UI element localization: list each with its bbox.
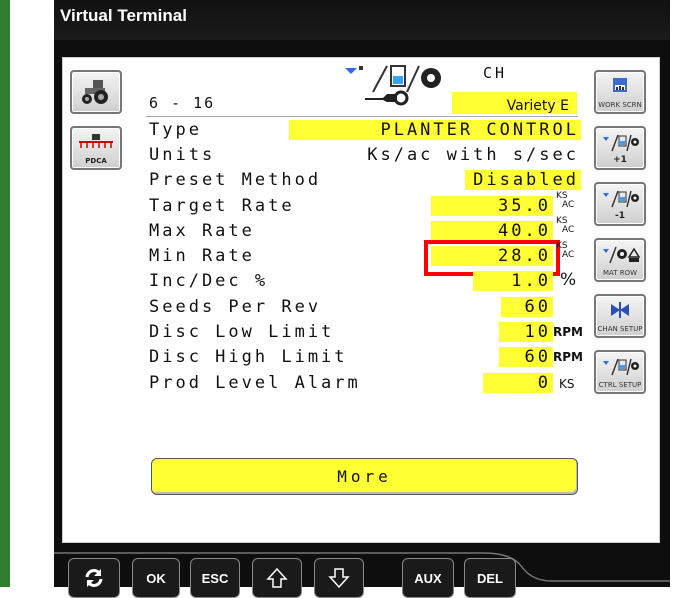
row-label-target-rate: Target Rate [149,196,295,216]
type-value[interactable]: PLANTER CONTROL [289,120,581,140]
ok-button[interactable]: OK [132,558,180,598]
max-rate-unit: KS AC [556,216,575,235]
increment-softkey[interactable]: +1 [594,126,646,170]
decrement-label: -1 [615,211,625,221]
disc-low-limit-unit: RPM [553,325,583,339]
variety-value: Variety E [506,98,569,114]
bottom-button-bar: OK ESC AUX DEL [54,547,670,598]
header-separator [146,116,578,117]
tractor-icon [82,80,108,104]
work-screen-label: WORK SCRN [598,101,642,109]
prod-level-alarm-unit: KS [559,377,575,391]
down-arrow-icon [328,568,350,589]
planter-control-header-icon [345,65,441,106]
work-screen-softkey[interactable]: WORK SCRN [594,70,646,114]
row-label-units: Units [149,145,216,165]
more-label: More [337,467,392,486]
planter-control-screen: PDCA CH 6 - 16 Variety E Type PLANTER CO… [62,57,660,543]
more-button[interactable]: More [151,458,578,495]
refresh-icon [85,569,103,587]
material-row-label: MAT ROW [602,269,638,277]
channel-setup-softkey[interactable]: CHAN SETUP [594,294,646,338]
min-rate-unit: KS AC [556,241,575,260]
material-row-icon [603,246,640,264]
up-arrow-icon [266,567,288,588]
tractor-softkey[interactable] [70,70,122,114]
control-setup-label: CTRL SETUP [598,381,642,389]
material-row-softkey[interactable]: MAT ROW [594,238,646,282]
virtual-terminal-window: Virtual Terminal PDCA CH 6 - 16 Variety … [54,0,670,598]
target-rate-unit: KS AC [556,191,575,210]
disc-high-limit-value[interactable]: 60 [499,347,553,367]
work-screen-icon [613,78,627,92]
disc-high-limit-unit: RPM [553,350,583,364]
refresh-button[interactable] [68,558,120,598]
channel-setup-label: CHAN SETUP [597,325,643,333]
decrement-icon [603,190,639,208]
title-bar: Virtual Terminal [54,0,670,40]
seeds-per-rev-value[interactable]: 60 [501,297,553,317]
planter-icon [79,134,113,148]
pdca-softkey[interactable]: PDCA [70,126,122,170]
row-label-preset-method: Preset Method [149,170,322,190]
max-rate-value[interactable]: 40.0 [431,221,553,241]
left-green-bar [0,0,10,587]
del-button[interactable]: DEL [464,558,516,598]
pdca-label: PDCA [85,157,107,165]
row-label-prod-level-alarm: Prod Level Alarm [149,373,361,393]
channel-setup-icon [611,302,629,318]
increment-label: +1 [613,155,627,165]
channel-code: CH [483,64,508,82]
variety-field[interactable]: Variety E [452,92,577,114]
esc-button[interactable]: ESC [190,558,240,598]
window-title: Virtual Terminal [60,6,187,25]
target-rate-value[interactable]: 35.0 [431,196,553,216]
down-arrow-button[interactable] [314,558,364,598]
increment-icon [603,134,639,152]
row-label-inc-dec: Inc/Dec % [149,271,269,291]
row-label-disc-high-limit: Disc High Limit [149,347,348,367]
aux-button[interactable]: AUX [402,558,454,598]
decrement-softkey[interactable]: -1 [594,182,646,226]
terminal-area: PDCA CH 6 - 16 Variety E Type PLANTER CO… [54,40,670,598]
row-label-min-rate: Min Rate [149,246,255,266]
disc-low-limit-value[interactable]: 10 [499,322,553,342]
preset-method-value[interactable]: Disabled [465,170,581,190]
range-display: 6 - 16 [149,94,216,112]
control-setup-icon [603,358,639,376]
row-label-seeds-per-rev: Seeds Per Rev [149,297,322,317]
inc-dec-unit: % [560,270,577,290]
row-label-max-rate: Max Rate [149,221,255,241]
row-label-disc-low-limit: Disc Low Limit [149,322,335,342]
prod-level-alarm-value[interactable]: 0 [483,373,553,393]
up-arrow-button[interactable] [252,558,302,598]
inc-dec-value[interactable]: 1.0 [473,271,553,291]
units-value[interactable]: Ks/ac with s/sec [313,145,581,165]
row-label-type: Type [149,120,202,140]
control-setup-softkey[interactable]: CTRL SETUP [594,350,646,394]
